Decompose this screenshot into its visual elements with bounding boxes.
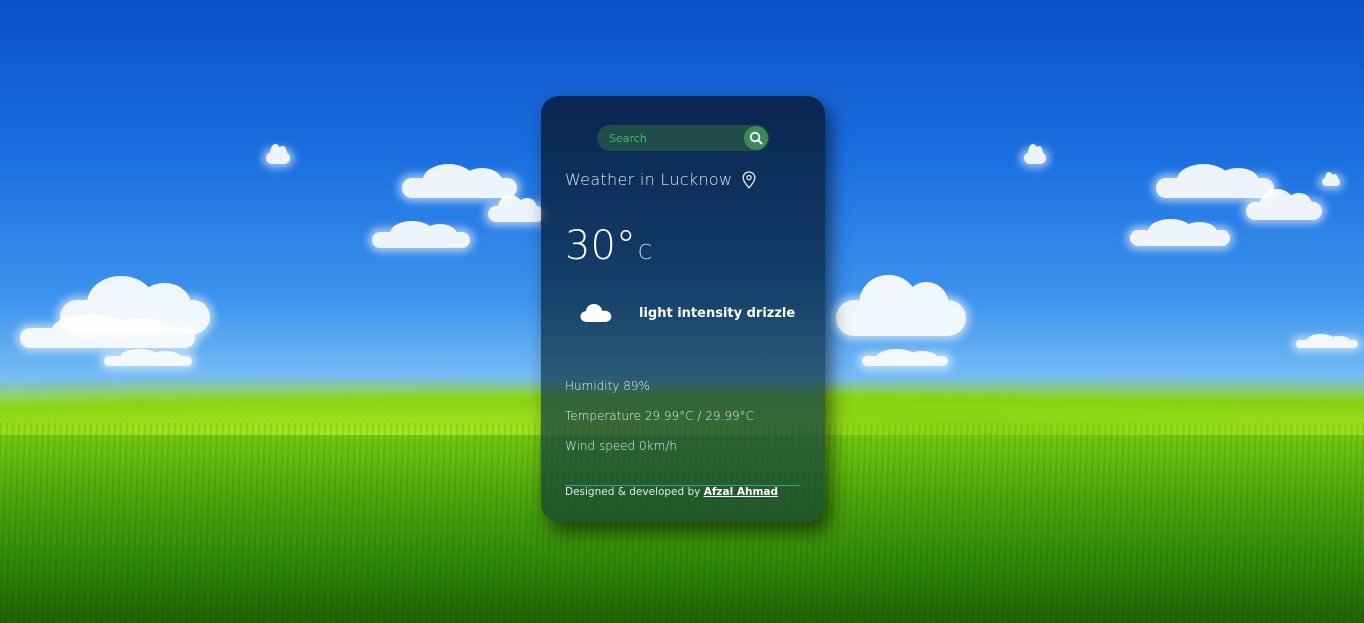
weather-condition: light intensity drizzle: [579, 301, 795, 325]
search-button[interactable]: [744, 126, 768, 150]
weather-card: Weather in Lucknow 30°C light intensity …: [541, 96, 825, 522]
cloud-decoration: [1024, 143, 1046, 164]
search-input[interactable]: [597, 125, 749, 151]
wind-speed-text: Wind speed 0km/h: [565, 439, 677, 453]
cloud-decoration: [104, 349, 192, 366]
humidity-text: Humidity 89%: [565, 379, 650, 393]
cloud-decoration: [60, 276, 210, 334]
weather-description: light intensity drizzle: [639, 305, 796, 321]
cloud-decoration: [1322, 172, 1340, 186]
cloud-decoration: [1246, 189, 1322, 220]
cloud-decoration: [836, 274, 966, 336]
city-header: Weather in Lucknow: [565, 170, 756, 189]
search-icon: [749, 131, 763, 145]
cloud-decoration: [266, 143, 290, 164]
cloud-icon: [579, 301, 613, 325]
cloud-decoration: [862, 349, 948, 366]
search-bar: [597, 125, 769, 151]
cloud-decoration: [1130, 218, 1230, 246]
cloud-decoration: [402, 164, 517, 198]
author-link[interactable]: Afzal Ahmad: [704, 486, 778, 498]
city-title: Weather in Lucknow: [565, 170, 733, 189]
cloud-decoration: [372, 220, 470, 248]
cloud-decoration: [1156, 164, 1274, 198]
temperature-value: 30°: [565, 223, 636, 269]
cloud-decoration: [1296, 334, 1358, 348]
cloud-decoration: [488, 194, 544, 222]
credit-text: Designed & developed by: [565, 486, 701, 498]
location-pin-icon: [742, 170, 756, 189]
background-scene: Weather in Lucknow 30°C light intensity …: [0, 0, 1364, 623]
footer-credit: Designed & developed by Afzal Ahmad: [565, 486, 778, 498]
temperature-unit: C: [637, 240, 652, 264]
temperature-range-text: Temperature 29.99°C / 29.99°C: [565, 409, 754, 423]
temperature-display: 30° C: [565, 223, 652, 269]
